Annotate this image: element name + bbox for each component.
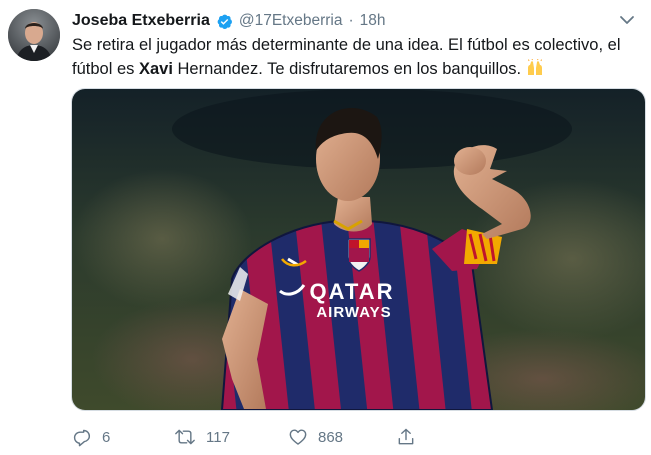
jersey-sponsor-line1: QATAR <box>310 279 395 304</box>
verified-badge-icon <box>216 13 233 30</box>
tweet-header: Joseba Etxeberria @17Etxeberria · 18h <box>72 10 637 32</box>
tweet-text: Se retira el jugador más determinante de… <box>72 33 637 81</box>
avatar[interactable] <box>8 9 60 61</box>
tweet-photo[interactable]: QATAR AIRWAYS <box>71 88 646 411</box>
handle[interactable]: @17Etxeberria <box>239 12 343 30</box>
separator-dot: · <box>348 12 354 29</box>
like-count: 868 <box>318 428 344 446</box>
tweet-text-part: Hernandez. Te disfrutaremos en los banqu… <box>172 60 526 78</box>
tweet-text-bold: Xavi <box>138 60 173 78</box>
tweet-actions: 6 117 868 <box>72 424 632 450</box>
reply-icon <box>72 427 92 447</box>
reply-count: 6 <box>102 428 111 446</box>
raising-hands-emoji-icon <box>526 58 544 77</box>
display-name[interactable]: Joseba Etxeberria <box>72 12 210 30</box>
timestamp[interactable]: 18h <box>360 12 386 30</box>
retweet-button[interactable]: 117 <box>174 427 288 447</box>
retweet-count: 117 <box>206 428 230 446</box>
heart-icon <box>288 427 308 447</box>
tweet-card: Joseba Etxeberria @17Etxeberria · 18h Se… <box>0 0 651 455</box>
chevron-down-icon[interactable] <box>617 10 637 30</box>
reply-button[interactable]: 6 <box>72 427 174 447</box>
share-icon <box>396 427 416 447</box>
jersey-sponsor-line2: AIRWAYS <box>316 304 391 321</box>
retweet-icon <box>174 427 196 447</box>
like-button[interactable]: 868 <box>288 427 396 447</box>
share-button[interactable] <box>396 427 416 447</box>
